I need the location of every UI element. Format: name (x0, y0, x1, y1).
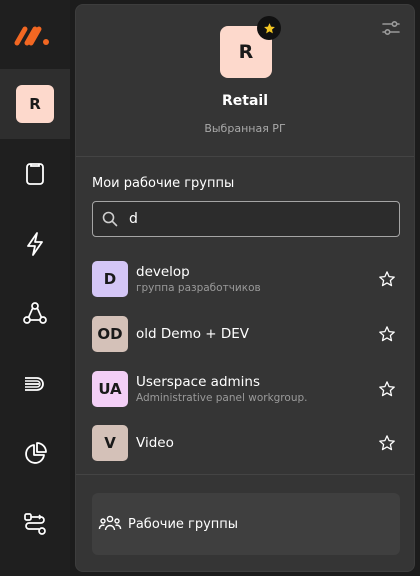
group-description: Administrative panel workgroup. (136, 391, 308, 404)
search-input[interactable]: d (92, 201, 400, 237)
group-item-video[interactable]: V Video (92, 425, 400, 461)
rail-item-network[interactable] (0, 279, 70, 349)
group-item-develop[interactable]: D develop группа разработчиков (92, 261, 400, 297)
group-name: Video (136, 434, 174, 451)
filter-settings-icon[interactable] (380, 17, 402, 39)
star-outline-icon[interactable] (378, 270, 396, 288)
group-avatar: UA (92, 371, 128, 407)
rail-item-analytics[interactable] (0, 419, 70, 489)
rail-item-workflows[interactable] (0, 489, 70, 559)
brand-logo[interactable] (0, 0, 70, 70)
group-name: old Demo + DEV (136, 325, 250, 342)
workgroup-panel: R Retail Выбранная РГ Мои рабочие группы… (75, 4, 415, 572)
group-description: группа разработчиков (136, 281, 261, 294)
selected-org-subtitle: Выбранная РГ (204, 122, 286, 135)
group-avatar: D (92, 261, 128, 297)
section-title: Мои рабочие группы (92, 176, 235, 191)
search-value: d (129, 211, 138, 227)
rail-item-workgroup[interactable]: R (0, 69, 70, 139)
stream-icon (25, 377, 44, 391)
rail-avatar: R (16, 85, 54, 123)
workflow-icon (24, 513, 46, 535)
favorite-badge (257, 16, 281, 40)
all-workgroups-label: Рабочие группы (128, 516, 239, 532)
star-outline-icon[interactable] (378, 325, 396, 343)
group-avatar: V (92, 425, 128, 461)
group-name: develop (136, 263, 190, 280)
nav-rail: R (0, 0, 70, 576)
star-outline-icon[interactable] (378, 380, 396, 398)
star-filled-icon (263, 22, 275, 33)
lightning-icon (27, 232, 43, 256)
divider (76, 156, 414, 157)
pie-chart-icon (25, 442, 47, 464)
brand-logo-icon (14, 26, 49, 46)
rail-item-notes[interactable] (0, 139, 70, 209)
graph-nodes-icon (23, 302, 47, 324)
all-workgroups-button[interactable]: Рабочие группы (92, 493, 400, 555)
search-icon (102, 211, 118, 227)
group-item-old-demo-dev[interactable]: OD old Demo + DEV (92, 316, 400, 352)
group-name: Userspace admins (136, 373, 260, 390)
group-avatar: OD (92, 316, 128, 352)
clipboard-icon (26, 163, 44, 185)
rail-item-streams[interactable] (0, 349, 70, 419)
divider (76, 474, 414, 475)
rail-item-actions[interactable] (0, 209, 70, 279)
group-item-userspace-admins[interactable]: UA Userspace admins Administrative panel… (92, 371, 400, 407)
users-group-icon (98, 515, 122, 531)
star-outline-icon[interactable] (378, 434, 396, 452)
selected-org-name: Retail (221, 93, 268, 109)
